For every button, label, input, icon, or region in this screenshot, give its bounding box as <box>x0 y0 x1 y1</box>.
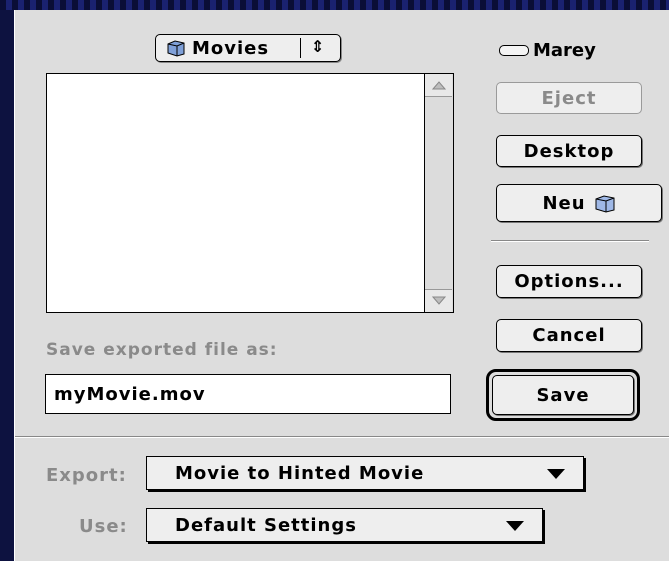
dropdown-arrow-icon <box>547 469 565 479</box>
file-list[interactable] <box>46 73 454 313</box>
export-label: Export: <box>46 465 127 486</box>
export-dropdown[interactable]: Movie to Hinted Movie <box>146 456 584 490</box>
new-folder-label: Neu <box>542 192 586 214</box>
folder-popup[interactable]: Movies ⇕ <box>155 34 341 62</box>
use-dropdown-value: Default Settings <box>175 514 357 536</box>
scroll-up-arrow-icon[interactable] <box>425 74 452 97</box>
folder-icon <box>167 40 185 57</box>
section-divider <box>15 436 669 437</box>
updown-arrows-icon: ⇕ <box>311 37 325 56</box>
new-folder-icon <box>595 195 615 213</box>
use-label: Use: <box>79 516 128 537</box>
new-folder-button[interactable]: Neu <box>496 184 662 222</box>
folder-popup-label: Movies <box>192 37 270 59</box>
save-button[interactable]: Save <box>492 375 634 415</box>
save-prompt: Save exported file as: <box>46 340 278 360</box>
volume-name: Marey <box>533 40 596 61</box>
export-dialog: Movies ⇕ Marey Eject Desktop Neu Options… <box>14 10 669 561</box>
dropdown-arrow-icon <box>506 521 524 531</box>
button-divider <box>491 240 649 241</box>
filename-field[interactable]: myMovie.mov <box>45 374 451 414</box>
use-dropdown[interactable]: Default Settings <box>146 508 543 542</box>
volume-label: Marey <box>499 40 596 61</box>
window-top-strip <box>0 0 669 10</box>
disk-icon <box>499 45 529 56</box>
export-dropdown-value: Movie to Hinted Movie <box>175 462 425 484</box>
scroll-down-arrow-icon[interactable] <box>425 289 452 312</box>
cancel-button[interactable]: Cancel <box>496 319 642 352</box>
desktop-button[interactable]: Desktop <box>496 135 642 167</box>
popup-divider <box>300 38 301 58</box>
file-list-scrollbar[interactable] <box>424 74 453 312</box>
eject-button[interactable]: Eject <box>496 82 642 114</box>
options-button[interactable]: Options... <box>496 265 642 298</box>
